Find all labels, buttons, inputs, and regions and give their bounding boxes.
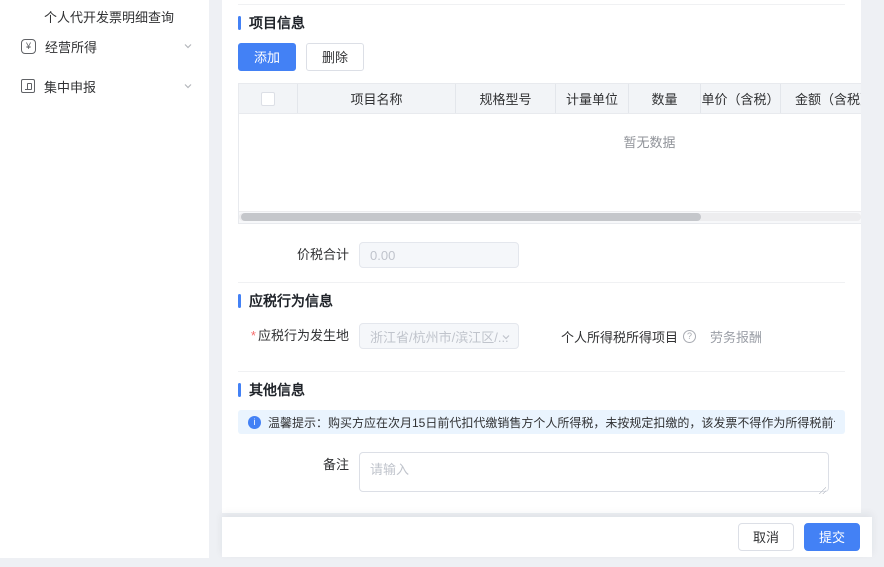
submit-button[interactable]: 提交 [804, 523, 860, 551]
remark-label: 备注 [238, 452, 349, 478]
section-title-taxable-behavior: 应税行为信息 [238, 291, 845, 311]
section-divider [238, 371, 845, 372]
sidebar-item-invoice-detail-query[interactable]: 个人代开发票明细查询 [0, 0, 209, 26]
sidebar-item-business-income[interactable]: ¥ 经营所得 [0, 26, 209, 66]
empty-data-text: 暂无数据 [624, 132, 676, 151]
col-unit-price-tax: 单价（含税） [701, 84, 781, 113]
section-title-text: 应税行为信息 [249, 291, 333, 311]
select-all-checkbox[interactable] [261, 92, 275, 106]
chevron-down-icon [183, 41, 193, 51]
delete-button[interactable]: 删除 [306, 43, 364, 71]
sidebar-item-centralized-declaration[interactable]: 集中申报 [0, 66, 209, 106]
section-accent-bar [238, 16, 241, 30]
sidebar-item-label: 集中申报 [44, 77, 183, 96]
sidebar-item-label: 经营所得 [45, 37, 183, 56]
col-amount-tax: 金额（含税） [781, 84, 861, 113]
section-title-text: 项目信息 [249, 13, 305, 33]
total-row: 价税合计 [238, 242, 845, 268]
taxable-place-label-text: 应税行为发生地 [258, 328, 349, 343]
required-asterisk: * [251, 328, 256, 343]
remark-textarea[interactable] [359, 452, 829, 492]
header-checkbox-cell [239, 84, 298, 113]
scrollbar-thumb[interactable] [241, 213, 701, 221]
horizontal-scrollbar [239, 212, 861, 223]
top-divider [238, 4, 845, 5]
section-accent-bar [238, 383, 241, 397]
yen-badge-icon: ¥ [21, 39, 36, 54]
chevron-down-icon [183, 81, 193, 91]
section-title-text: 其他信息 [249, 380, 305, 400]
tip-alert-text: 温馨提示：购买方应在次月15日前代扣代缴销售方个人所得税，未按规定扣缴的，该发票… [268, 414, 835, 431]
table-toolbar: 添加 删除 [238, 43, 845, 71]
income-item-label: 个人所得税所得项目 [561, 327, 678, 346]
taxable-place-value: 浙江省/杭州市/滨江区/... [370, 327, 509, 346]
section-accent-bar [238, 294, 241, 308]
main-panel: 项目信息 添加 删除 项目名称 规格型号 计量单位 数量 单价（含税） 金额（含… [222, 0, 861, 513]
info-circle-icon: i [248, 416, 261, 429]
total-label: 价税合计 [238, 242, 349, 268]
income-item-group: 个人所得税所得项目 ? 劳务报酬 [561, 327, 762, 346]
section-title-project-info: 项目信息 [238, 13, 845, 33]
items-table: 项目名称 规格型号 计量单位 数量 单价（含税） 金额（含税） 暂无数据 [238, 83, 861, 224]
declare-monitor-icon [21, 79, 35, 93]
footer-action-bar: 取消 提交 [222, 517, 872, 557]
cancel-button[interactable]: 取消 [738, 523, 794, 551]
section-title-other-info: 其他信息 [238, 380, 845, 400]
col-spec-model: 规格型号 [456, 84, 556, 113]
taxable-place-label: *应税行为发生地 [238, 323, 349, 349]
add-button[interactable]: 添加 [238, 43, 296, 71]
income-item-value: 劳务报酬 [710, 327, 762, 346]
chevron-down-icon [501, 332, 511, 342]
col-item-name: 项目名称 [298, 84, 456, 113]
col-unit: 计量单位 [556, 84, 629, 113]
tip-alert: i 温馨提示：购买方应在次月15日前代扣代缴销售方个人所得税，未按规定扣缴的，该… [238, 410, 845, 434]
question-circle-icon[interactable]: ? [683, 330, 696, 343]
taxable-place-row: *应税行为发生地 浙江省/杭州市/滨江区/... 个人所得税所得项目 ? 劳务报… [238, 323, 845, 349]
items-table-body: 暂无数据 [239, 114, 861, 212]
section-divider [238, 282, 845, 283]
remark-box [359, 452, 829, 497]
sidebar: 个人代开发票明细查询 ¥ 经营所得 集中申报 [0, 0, 209, 558]
total-amount-input [359, 242, 519, 268]
items-table-header: 项目名称 规格型号 计量单位 数量 单价（含税） 金额（含税） [239, 84, 861, 114]
col-quantity: 数量 [629, 84, 701, 113]
taxable-place-select: 浙江省/杭州市/滨江区/... [359, 323, 519, 349]
remark-row: 备注 [238, 452, 845, 497]
